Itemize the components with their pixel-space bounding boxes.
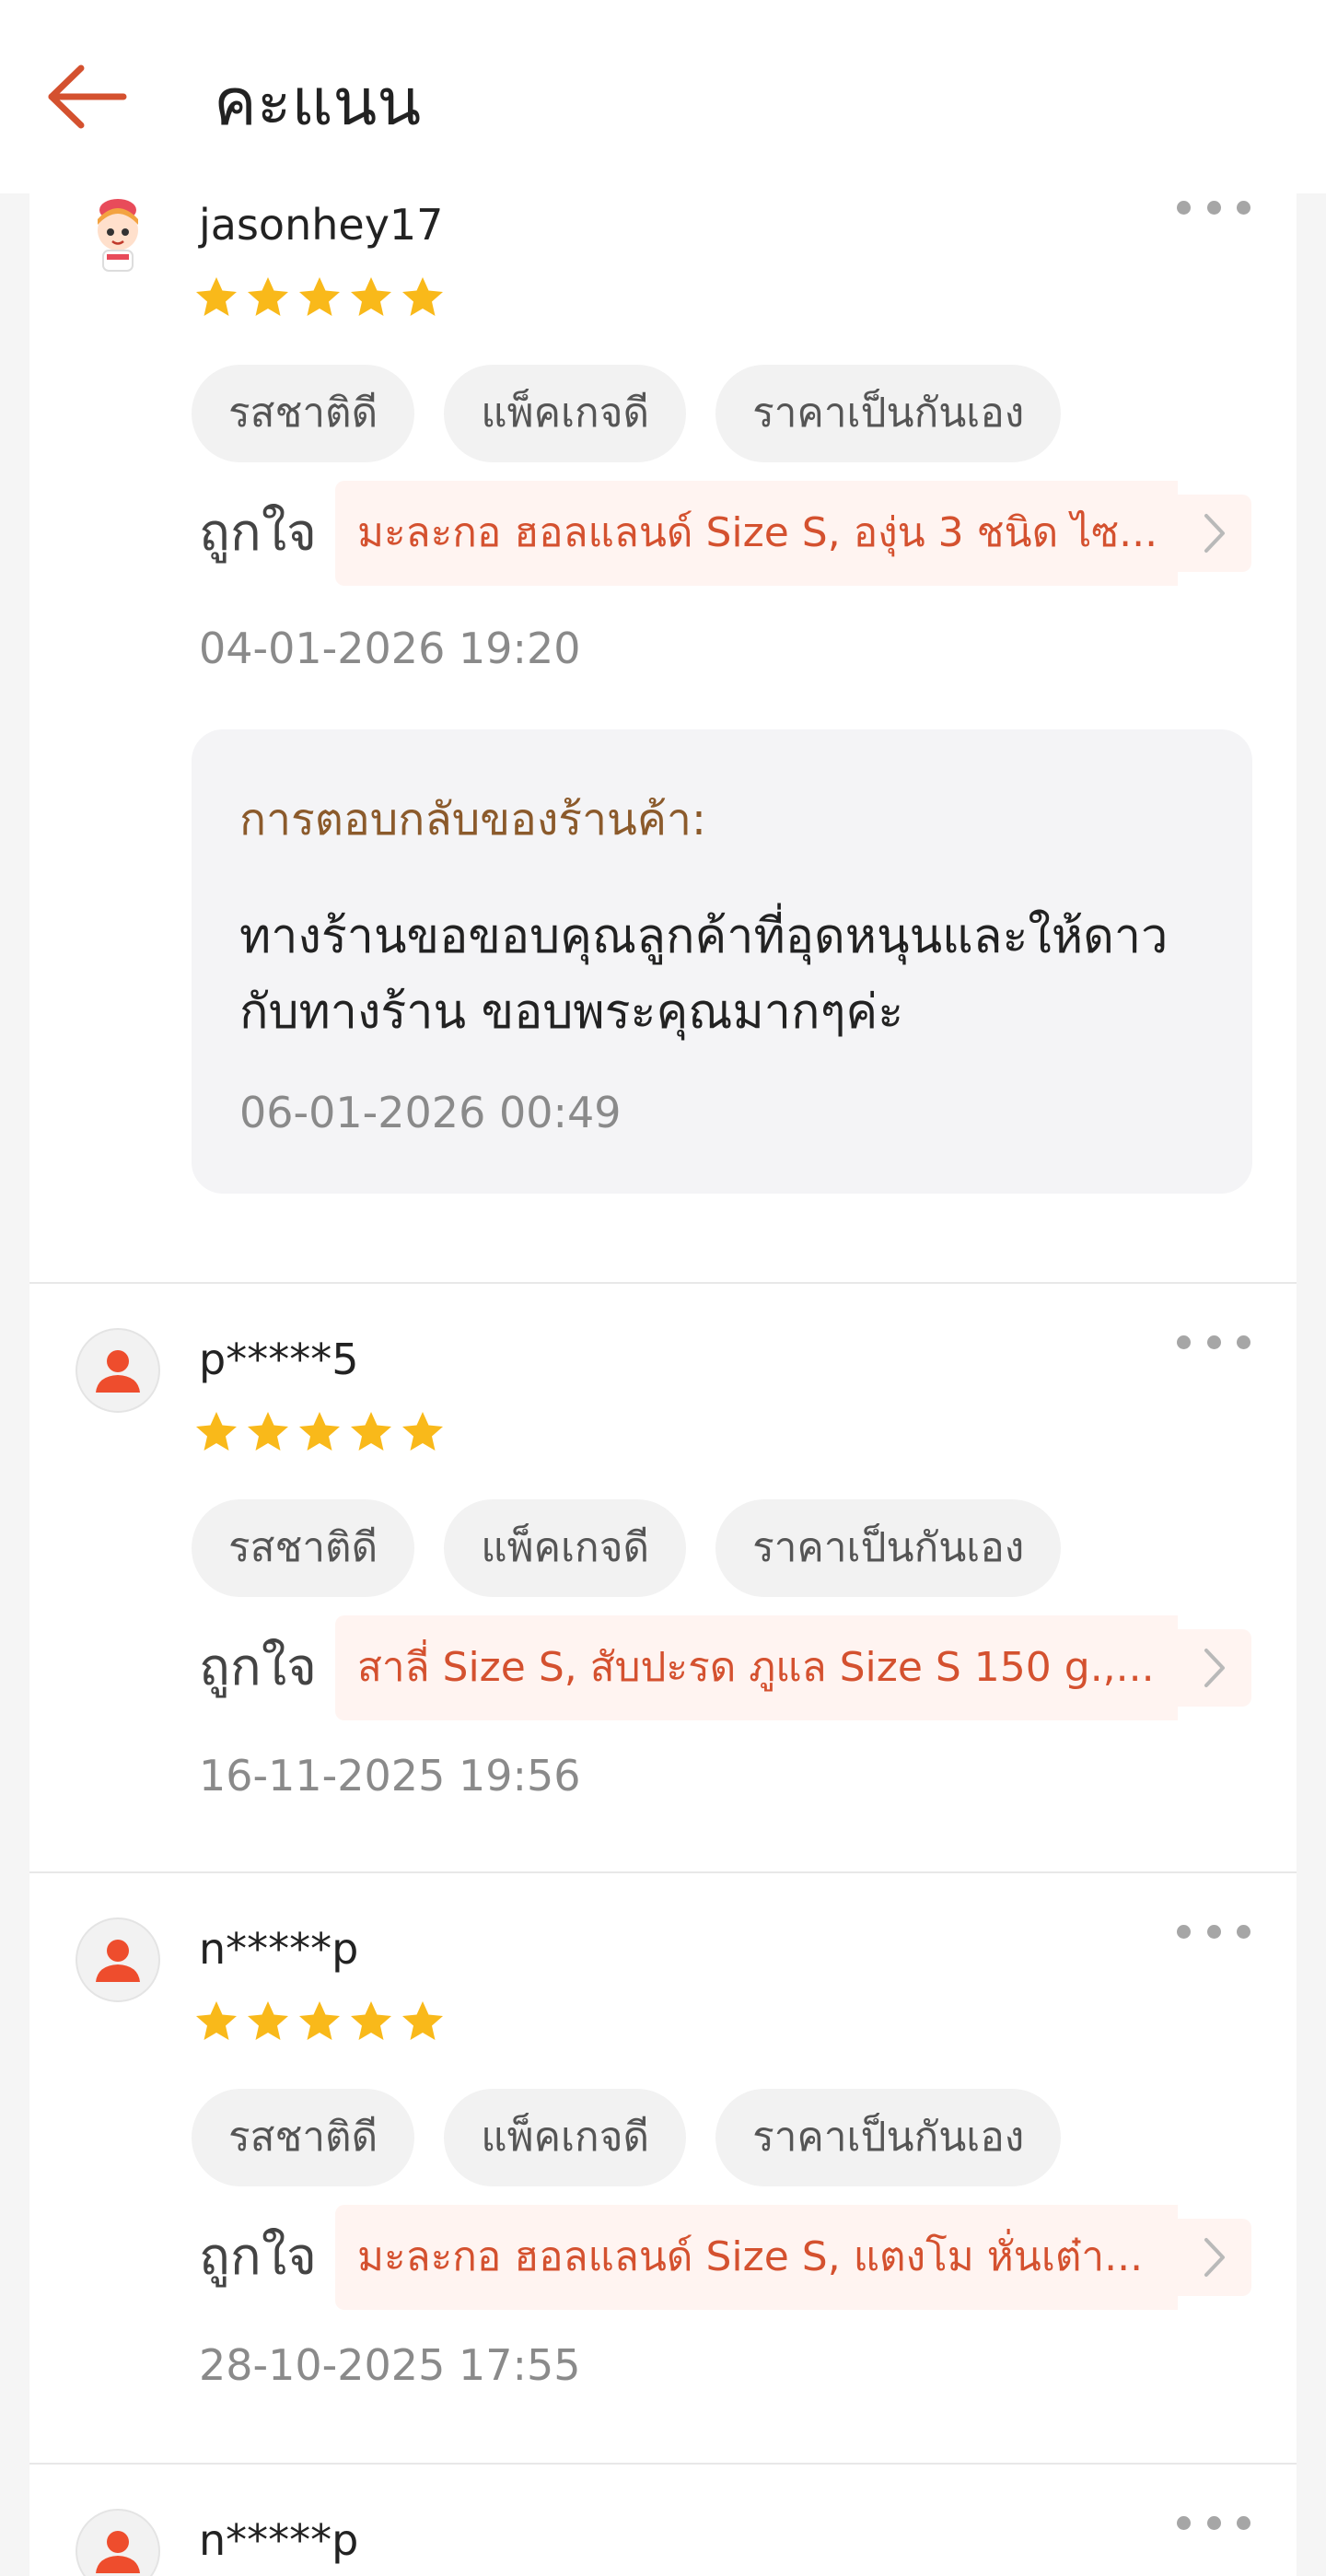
tag-packaging: แพ็คเกจดี — [444, 2089, 687, 2186]
review-tags: รสชาติดี แพ็คเกจดี ราคาเป็นกันเอง — [192, 365, 1062, 462]
dot-icon — [1177, 200, 1191, 215]
review-item: n*****p — [29, 2509, 1297, 2576]
review-item: jasonhey17 รสชาติดี แพ็คเกจดี ราคาเป็นกั… — [29, 193, 1297, 1282]
review-tags: รสชาติดี แพ็คเกจดี ราคาเป็นกันเอง — [192, 2089, 1062, 2186]
tag-packaging: แพ็คเกจดี — [444, 1499, 687, 1597]
star-icon — [248, 1412, 288, 1451]
liked-products-row[interactable]: ถูกใจ สาลี่ Size S, สับปะรด ภูแล Size S … — [199, 1615, 1282, 1720]
more-options-button[interactable] — [1177, 2509, 1250, 2536]
star-icon — [402, 1412, 443, 1451]
avatar[interactable] — [76, 193, 160, 278]
review-date: 04-01-2026 19:20 — [199, 624, 581, 673]
star-icon — [196, 1412, 237, 1451]
star-rating — [193, 274, 446, 321]
username: n*****p — [199, 2515, 359, 2565]
tag-price: ราคาเป็นกันเอง — [715, 1499, 1062, 1597]
chevron-right-icon — [1178, 2219, 1251, 2296]
divider — [29, 1282, 1297, 1284]
tag-taste: รสชาติดี — [192, 2089, 415, 2186]
tag-packaging: แพ็คเกจดี — [444, 365, 687, 462]
liked-products-text: มะละกอ ฮอลแลนด์ Size S, องุ่น 3 ชนิด ไซ.… — [335, 481, 1178, 586]
username: n*****p — [199, 1924, 359, 1974]
dot-icon — [1177, 1924, 1191, 1939]
liked-products-text: มะละกอ ฮอลแลนด์ Size S, แตงโม หั่นเต๋า..… — [335, 2205, 1178, 2310]
avatar[interactable] — [76, 1328, 160, 1413]
tag-taste: รสชาติดี — [192, 365, 415, 462]
star-icon — [402, 2001, 443, 2040]
liked-products-text: สาลี่ Size S, สับปะรด ภูแล Size S 150 g.… — [335, 1615, 1178, 1720]
review-date: 16-11-2025 19:56 — [199, 1751, 581, 1801]
chevron-right-icon — [1178, 495, 1251, 572]
tag-price: ราคาเป็นกันเอง — [715, 2089, 1062, 2186]
dot-icon — [1206, 200, 1221, 215]
star-icon — [299, 2001, 340, 2040]
dot-icon — [1206, 1924, 1221, 1939]
liked-products-link[interactable]: มะละกอ ฮอลแลนด์ Size S, แตงโม หั่นเต๋า..… — [335, 2205, 1260, 2310]
more-options-button[interactable] — [1177, 193, 1250, 221]
dot-icon — [1206, 1335, 1221, 1349]
dot-icon — [1177, 1335, 1191, 1349]
dot-icon — [1237, 1924, 1250, 1939]
tag-taste: รสชาติดี — [192, 1499, 415, 1597]
liked-products-row[interactable]: ถูกใจ มะละกอ ฮอลแลนด์ Size S, แตงโม หั่น… — [199, 2205, 1282, 2310]
divider — [29, 2463, 1297, 2465]
star-icon — [196, 2001, 237, 2040]
arrow-left-icon — [48, 64, 127, 129]
back-button[interactable] — [37, 55, 138, 138]
liked-products-row[interactable]: ถูกใจ มะละกอ ฮอลแลนด์ Size S, องุ่น 3 ชน… — [199, 481, 1282, 586]
liked-label: ถูกใจ — [199, 503, 317, 563]
star-icon — [402, 277, 443, 316]
top-bar: คะแนน — [0, 0, 1326, 193]
shop-reply-text: ทางร้านขอขอบคุณลูกค้าที่อุดหนุนและให้ดาว… — [239, 909, 1169, 1040]
star-icon — [351, 1412, 391, 1451]
dot-icon — [1206, 2515, 1221, 2530]
shop-reply-title: การตอบกลับของร้านค้า: — [239, 794, 707, 845]
user-icon — [96, 1350, 140, 1393]
review-item: n*****p รสชาติดี แพ็คเกจดี ราคาเป็นกันเอ… — [29, 1917, 1297, 2470]
star-icon — [248, 2001, 288, 2040]
star-rating — [193, 1999, 446, 2045]
shop-reply-date: 06-01-2026 00:49 — [239, 1088, 622, 1137]
username: jasonhey17 — [199, 200, 444, 250]
avatar[interactable] — [76, 1917, 160, 2002]
more-options-button[interactable] — [1177, 1328, 1250, 1356]
dot-icon — [1237, 1335, 1250, 1349]
star-icon — [196, 277, 237, 316]
star-icon — [248, 277, 288, 316]
user-icon — [96, 1940, 140, 1982]
liked-label: ถูกใจ — [199, 1638, 317, 1697]
dot-icon — [1237, 200, 1250, 215]
cartoon-avatar-icon — [98, 199, 138, 272]
star-icon — [299, 277, 340, 316]
review-date: 28-10-2025 17:55 — [199, 2340, 581, 2390]
liked-products-link[interactable]: สาลี่ Size S, สับปะรด ภูแล Size S 150 g.… — [335, 1615, 1260, 1720]
more-options-button[interactable] — [1177, 1917, 1250, 1945]
dot-icon — [1177, 2515, 1191, 2530]
review-list[interactable]: jasonhey17 รสชาติดี แพ็คเกจดี ราคาเป็นกั… — [29, 193, 1297, 2576]
dot-icon — [1237, 2515, 1250, 2530]
review-item: p*****5 รสชาติดี แพ็คเกจดี ราคาเป็นกันเอ… — [29, 1328, 1297, 1881]
page-title: คะแนน — [214, 64, 422, 140]
chevron-right-icon — [1178, 1629, 1251, 1707]
divider — [29, 1871, 1297, 1873]
shop-reply: การตอบกลับของร้านค้า: ทางร้านขอขอบคุณลูก… — [192, 729, 1252, 1194]
username: p*****5 — [199, 1335, 359, 1384]
star-icon — [351, 2001, 391, 2040]
liked-products-link[interactable]: มะละกอ ฮอลแลนด์ Size S, องุ่น 3 ชนิด ไซ.… — [335, 481, 1260, 586]
review-tags: รสชาติดี แพ็คเกจดี ราคาเป็นกันเอง — [192, 1499, 1062, 1597]
star-icon — [351, 277, 391, 316]
avatar[interactable] — [76, 2509, 160, 2576]
user-icon — [96, 2531, 140, 2573]
star-rating — [193, 1409, 446, 1455]
liked-label: ถูกใจ — [199, 2227, 317, 2287]
star-icon — [299, 1412, 340, 1451]
tag-price: ราคาเป็นกันเอง — [715, 365, 1062, 462]
